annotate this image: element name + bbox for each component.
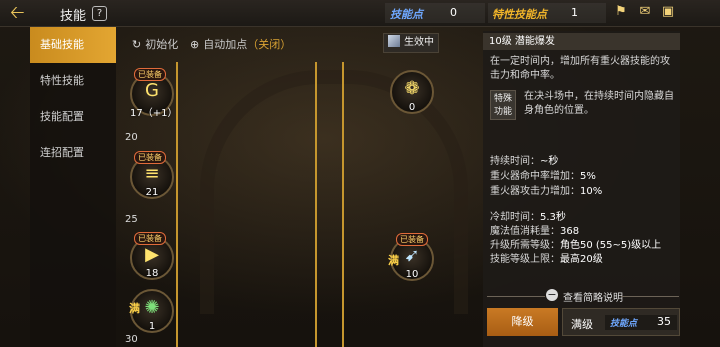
page-title: 技能 (60, 9, 87, 24)
special-function-tag: 特殊功能 (490, 90, 516, 120)
trait-points-label: 特性技能点 (492, 8, 547, 21)
stat-row: 升级所需等级：角色50 (55~5)级以上 (490, 240, 662, 251)
skill-count: 18 (145, 268, 159, 279)
effect-icon (388, 35, 400, 47)
auto-point-label: 自动加点 (203, 38, 248, 51)
max-tag: 满 (388, 254, 399, 267)
auto-point-button[interactable]: ⊕ 自动加点（关闭） (190, 36, 291, 52)
reset-label: 初始化 (145, 38, 179, 51)
divider (487, 296, 545, 297)
skill-description: 在一定时间内，增加所有重火器技能的攻击力和命中率。 (490, 56, 670, 81)
help-icon[interactable]: ? (92, 6, 107, 21)
mail-icon[interactable]: ✉ (637, 5, 653, 19)
chat-icon[interactable]: ▣ (660, 5, 676, 19)
skill-point-label: 技能点 (610, 319, 638, 329)
stat-row: 冷却时间：5.3秒 (490, 212, 566, 223)
skill-detail-header: 10级 潜能爆发 (483, 33, 680, 50)
tree-line-right (342, 62, 344, 347)
special-function-desc: 在决斗场中，在持续时间内隐藏自身角色的位置。 (524, 91, 674, 116)
back-arrow-icon[interactable]: 🡠 (10, 3, 30, 23)
skill-point-cost: 技能点 35 (605, 315, 677, 330)
level-marker: 30 (125, 334, 138, 345)
max-level-button[interactable]: 满级 技能点 35 (562, 308, 680, 336)
skill-node-grenade[interactable]: ❁ 0 (390, 70, 434, 114)
skill-blast-icon: ▶ (145, 244, 159, 265)
skill-count: 21 (145, 187, 159, 198)
stat-row: 技能等级上限：最高20级 (490, 254, 603, 265)
level-marker: 20 (125, 132, 138, 143)
stat-row: 重火器攻击力增加：10% (490, 186, 603, 197)
equipped-badge: 已装备 (134, 151, 166, 164)
stat-row: 魔法值消耗量：368 (490, 226, 580, 237)
stat-row: 持续时间：~秒 (490, 156, 559, 167)
brief-description-label: 查看简略说明 (563, 293, 623, 304)
skill-count: 0 (408, 102, 416, 113)
divider (621, 296, 679, 297)
skill-grenade-icon: ❁ (404, 78, 420, 99)
max-tag: 满 (129, 302, 140, 315)
tree-line-left (176, 62, 178, 347)
skill-rifle-icon: ≡ (144, 163, 160, 184)
skill-points-value: 0 (450, 6, 457, 19)
level-marker: 25 (125, 214, 138, 225)
reset-button[interactable]: ↻ 初始化 (132, 36, 178, 52)
sidebar-item-skill-config[interactable]: 技能配置 (30, 99, 116, 135)
collapse-icon: − (546, 288, 558, 301)
top-bar: 🡠 技能 ? 技能点 0 特性技能点 1 ⚑ ✉ ▣ (0, 0, 720, 27)
skill-count: 17（+1） (130, 108, 178, 119)
skill-count: 1 (148, 321, 156, 332)
downgrade-button[interactable]: 降级 (487, 308, 558, 336)
auto-point-state: （关闭） (247, 38, 292, 51)
equipped-badge: 已装备 (396, 233, 428, 246)
skill-points-label: 技能点 (390, 8, 423, 21)
max-level-label: 满级 (571, 318, 593, 331)
skill-g-icon: G (145, 80, 159, 101)
trait-points-value: 1 (571, 6, 578, 19)
skill-count: 10 (405, 269, 419, 280)
sidebar: 基础技能 特性技能 技能配置 连招配置 (30, 27, 116, 347)
auto-point-icon: ⊕ (190, 38, 200, 51)
tree-line-mid (315, 62, 317, 347)
brief-description-toggle[interactable]: − 查看简略说明 (487, 288, 679, 304)
effect-label: 生效中 (404, 37, 434, 48)
sidebar-item-basic-skills[interactable]: 基础技能 (30, 27, 116, 63)
equipped-badge: 已装备 (134, 68, 166, 81)
effect-active-button[interactable]: 生效中 (383, 33, 439, 53)
equipped-badge: 已装备 (134, 232, 166, 245)
reset-icon: ↻ (132, 38, 142, 51)
sidebar-item-trait-skills[interactable]: 特性技能 (30, 63, 116, 99)
skill-point-value: 35 (657, 315, 671, 328)
lamp-icon[interactable]: ⚑ (613, 5, 629, 19)
stat-row: 重火器命中率增加：5% (490, 171, 596, 182)
sidebar-item-combo-config[interactable]: 连招配置 (30, 135, 116, 171)
